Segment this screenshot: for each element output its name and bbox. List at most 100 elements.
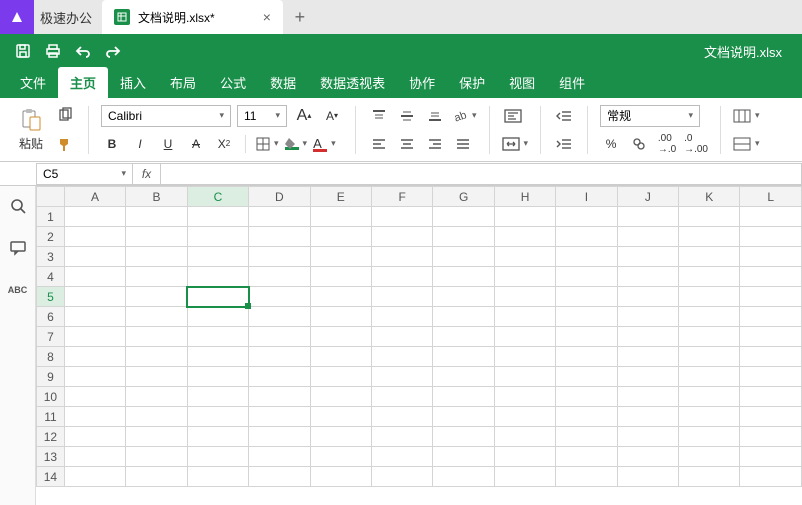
- row-header[interactable]: 11: [37, 407, 65, 427]
- cell[interactable]: [64, 227, 125, 247]
- cell[interactable]: [126, 307, 187, 327]
- cell[interactable]: [64, 367, 125, 387]
- cell[interactable]: [617, 247, 678, 267]
- cell[interactable]: [494, 327, 555, 347]
- cell[interactable]: [126, 427, 187, 447]
- formula-input[interactable]: [160, 163, 802, 185]
- cell[interactable]: [556, 327, 617, 347]
- cell[interactable]: [740, 407, 802, 427]
- cell[interactable]: [433, 427, 494, 447]
- cell[interactable]: [556, 307, 617, 327]
- cell[interactable]: [679, 427, 740, 447]
- row-header[interactable]: 5: [37, 287, 65, 307]
- cell[interactable]: [556, 227, 617, 247]
- menu-pivot[interactable]: 数据透视表: [308, 67, 397, 98]
- cell[interactable]: [249, 327, 310, 347]
- fill-color-button[interactable]: ▾: [285, 133, 308, 155]
- cell[interactable]: [679, 267, 740, 287]
- cell[interactable]: [126, 347, 187, 367]
- align-bottom-button[interactable]: [424, 105, 446, 127]
- bold-button[interactable]: B: [101, 133, 123, 155]
- cell[interactable]: [494, 287, 555, 307]
- cell[interactable]: [679, 287, 740, 307]
- cell[interactable]: [310, 287, 371, 307]
- cell[interactable]: [679, 347, 740, 367]
- cell[interactable]: [126, 447, 187, 467]
- row-header[interactable]: 9: [37, 367, 65, 387]
- cell[interactable]: [556, 447, 617, 467]
- column-header[interactable]: F: [371, 187, 432, 207]
- cell[interactable]: [494, 267, 555, 287]
- menu-formula[interactable]: 公式: [208, 67, 258, 98]
- cell[interactable]: [371, 387, 432, 407]
- cell[interactable]: [494, 207, 555, 227]
- menu-home[interactable]: 主页: [58, 67, 108, 98]
- percent-button[interactable]: %: [600, 133, 622, 155]
- cell[interactable]: [310, 407, 371, 427]
- cell[interactable]: [433, 327, 494, 347]
- cell[interactable]: [310, 227, 371, 247]
- cell[interactable]: [310, 307, 371, 327]
- cell[interactable]: [371, 427, 432, 447]
- cell[interactable]: [556, 427, 617, 447]
- cell[interactable]: [740, 207, 802, 227]
- cell[interactable]: [679, 227, 740, 247]
- underline-button[interactable]: U: [157, 133, 179, 155]
- cell[interactable]: [433, 447, 494, 467]
- cell[interactable]: [433, 307, 494, 327]
- cell[interactable]: [310, 467, 371, 487]
- cell[interactable]: [433, 367, 494, 387]
- name-box[interactable]: C5▾: [36, 163, 132, 185]
- cell[interactable]: [494, 347, 555, 367]
- cell[interactable]: [617, 447, 678, 467]
- cell[interactable]: [679, 207, 740, 227]
- cell[interactable]: [740, 447, 802, 467]
- accounting-button[interactable]: [628, 133, 650, 155]
- cell[interactable]: [433, 407, 494, 427]
- align-middle-button[interactable]: [396, 105, 418, 127]
- save-button[interactable]: [8, 36, 38, 66]
- menu-component[interactable]: 组件: [547, 67, 597, 98]
- cell[interactable]: [187, 247, 248, 267]
- column-header[interactable]: H: [494, 187, 555, 207]
- row-header[interactable]: 14: [37, 467, 65, 487]
- cell[interactable]: [187, 447, 248, 467]
- cell[interactable]: [433, 387, 494, 407]
- menu-file[interactable]: 文件: [8, 67, 58, 98]
- cell[interactable]: [617, 327, 678, 347]
- cell[interactable]: [249, 227, 310, 247]
- cell[interactable]: [310, 427, 371, 447]
- search-icon[interactable]: [6, 194, 30, 218]
- cell[interactable]: [187, 287, 248, 307]
- cell[interactable]: [556, 367, 617, 387]
- cell[interactable]: [126, 227, 187, 247]
- cell[interactable]: [64, 307, 125, 327]
- select-all-corner[interactable]: [37, 187, 65, 207]
- cell[interactable]: [371, 307, 432, 327]
- font-size-select[interactable]: 11▾: [237, 105, 287, 127]
- column-header[interactable]: G: [433, 187, 494, 207]
- cell[interactable]: [740, 367, 802, 387]
- cell[interactable]: [310, 207, 371, 227]
- cell[interactable]: [371, 367, 432, 387]
- close-tab-button[interactable]: ×: [263, 9, 271, 25]
- cell[interactable]: [740, 347, 802, 367]
- cell[interactable]: [310, 387, 371, 407]
- cell[interactable]: [617, 287, 678, 307]
- cell[interactable]: [64, 467, 125, 487]
- increase-indent-button[interactable]: [553, 133, 575, 155]
- row-header[interactable]: 10: [37, 387, 65, 407]
- cell[interactable]: [617, 267, 678, 287]
- cell[interactable]: [433, 227, 494, 247]
- cell[interactable]: [679, 447, 740, 467]
- cell[interactable]: [433, 287, 494, 307]
- cell[interactable]: [126, 467, 187, 487]
- column-header[interactable]: I: [556, 187, 617, 207]
- cell[interactable]: [249, 467, 310, 487]
- cell[interactable]: [64, 347, 125, 367]
- cell[interactable]: [249, 407, 310, 427]
- cell[interactable]: [187, 307, 248, 327]
- column-header[interactable]: K: [679, 187, 740, 207]
- cell[interactable]: [187, 407, 248, 427]
- cell[interactable]: [740, 467, 802, 487]
